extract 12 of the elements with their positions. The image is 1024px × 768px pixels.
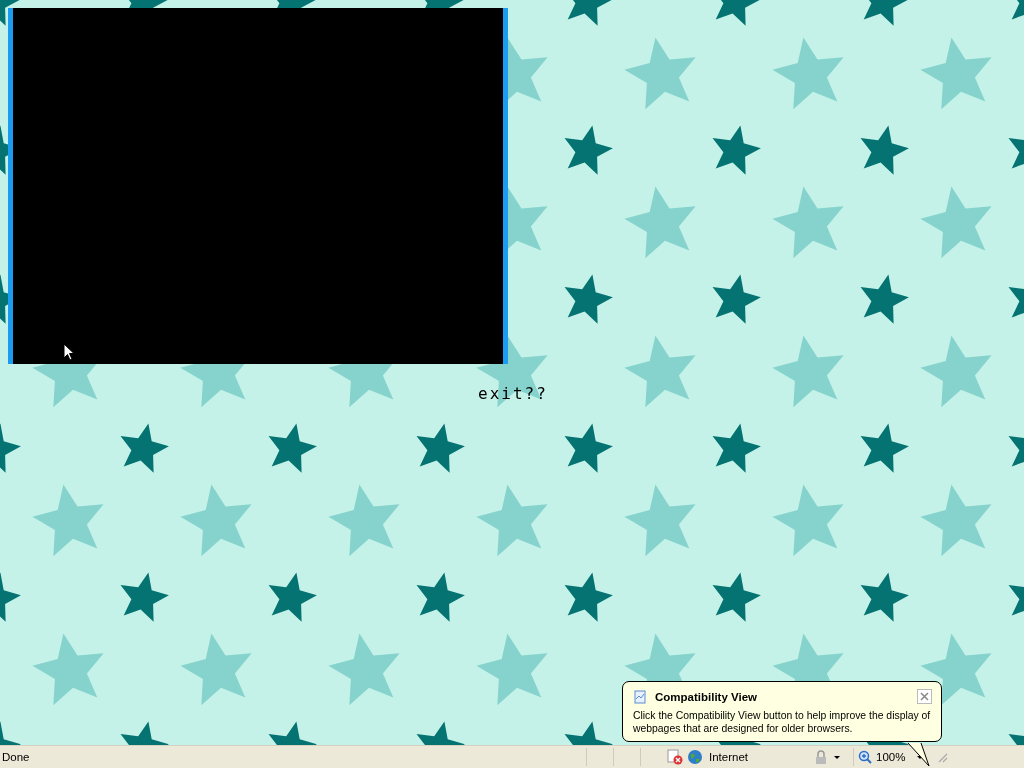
close-button[interactable] (917, 689, 932, 704)
status-text: Done (2, 751, 31, 763)
globe-icon (687, 749, 703, 765)
zoom-icon[interactable] (858, 750, 872, 764)
video-player[interactable] (8, 8, 508, 364)
mouse-pointer-icon (63, 343, 75, 361)
page-icon (633, 689, 647, 704)
resize-grip-icon[interactable] (936, 751, 948, 763)
page-error-icon[interactable] (667, 749, 683, 765)
balloon-title: Compatibility View (655, 690, 759, 703)
security-zone-text: Internet (709, 751, 749, 763)
balloon-message: Click the Compatibility View button to help improve the display of webpages that are designed for older browsers. (633, 709, 932, 735)
